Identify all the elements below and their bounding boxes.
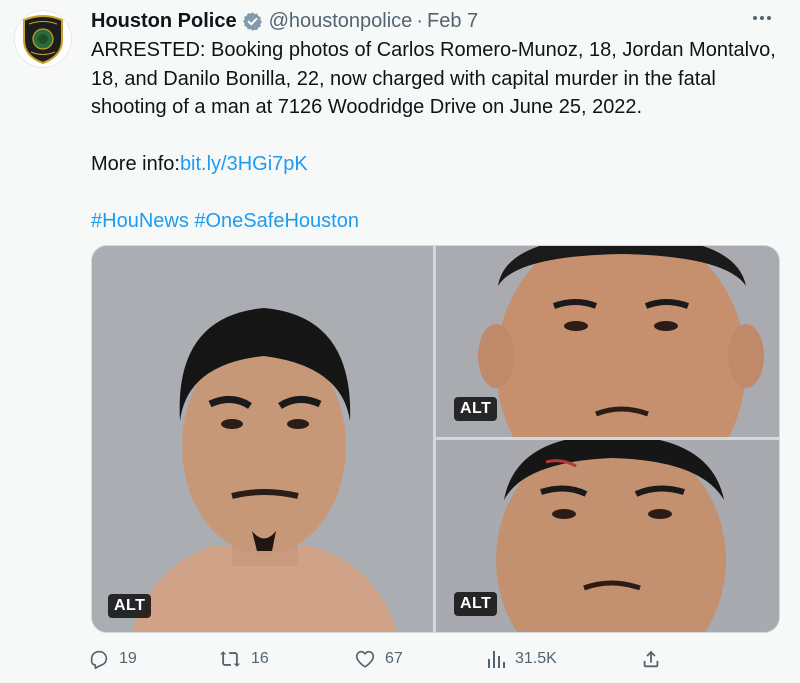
separator-dot: · xyxy=(416,9,423,32)
views-button[interactable]: 31.5K xyxy=(486,648,557,670)
more-info-label: More info: xyxy=(91,153,180,175)
action-bar: 19 16 67 31.5K xyxy=(88,648,688,676)
tweet-date[interactable]: Feb 7 xyxy=(427,10,478,33)
share-icon xyxy=(643,650,659,668)
retweet-button[interactable]: 16 xyxy=(218,648,269,670)
booking-photo-1[interactable]: ALT xyxy=(92,246,433,632)
alt-badge[interactable]: ALT xyxy=(108,594,152,618)
views-icon xyxy=(488,651,505,668)
alt-badge[interactable]: ALT xyxy=(454,592,498,616)
tweet-body: ARRESTED: Booking photos of Carlos Romer… xyxy=(91,39,776,118)
booking-photo-3[interactable]: ALT xyxy=(436,440,779,632)
author-display-name[interactable]: Houston Police xyxy=(91,10,237,33)
alt-badge[interactable]: ALT xyxy=(454,397,498,421)
tweet-header: Houston Police @houstonpolice · Feb 7 xyxy=(91,8,780,34)
tweet-text: ARRESTED: Booking photos of Carlos Romer… xyxy=(91,36,781,236)
media-grid: ALT ALT ALT xyxy=(91,245,780,633)
hashtags[interactable]: #HouNews #OneSafeHouston xyxy=(91,207,781,236)
heart-icon xyxy=(355,650,375,668)
verified-badge-icon xyxy=(242,11,263,32)
retweet-icon xyxy=(219,651,241,667)
houston-police-badge-icon xyxy=(23,15,63,64)
retweet-count: 16 xyxy=(251,650,269,667)
avatar[interactable] xyxy=(14,10,72,68)
tweet[interactable]: Houston Police @houstonpolice · Feb 7 AR… xyxy=(0,0,800,683)
like-button[interactable]: 67 xyxy=(354,648,403,670)
author-handle[interactable]: @houstonpolice xyxy=(269,10,413,33)
booking-photo-1-image xyxy=(92,246,433,632)
more-icon[interactable] xyxy=(750,6,774,34)
share-button[interactable] xyxy=(640,648,662,670)
reply-button[interactable]: 19 xyxy=(88,648,137,670)
view-count: 31.5K xyxy=(515,650,557,667)
like-count: 67 xyxy=(385,650,403,667)
reply-icon xyxy=(90,650,108,669)
booking-photo-2[interactable]: ALT xyxy=(436,246,779,437)
more-info-link[interactable]: bit.ly/3HGi7pK xyxy=(180,153,308,175)
reply-count: 19 xyxy=(119,650,137,667)
